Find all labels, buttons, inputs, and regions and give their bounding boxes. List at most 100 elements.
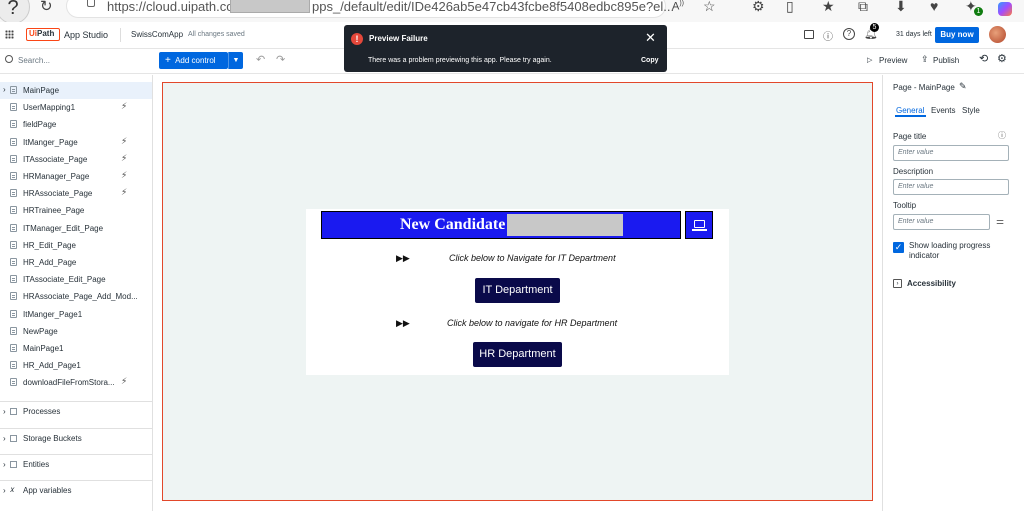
chevron-right-icon: › <box>3 434 6 443</box>
lightning-icon: ⚡︎ <box>121 376 128 387</box>
sidebar-item-page[interactable]: HR_Edit_Page <box>0 237 152 254</box>
fast-forward-icon: ▶▶ <box>396 318 410 328</box>
hr-department-button[interactable]: HR Department <box>473 342 562 367</box>
user-avatar[interactable] <box>989 26 1006 43</box>
page-icon <box>10 361 17 370</box>
section-icon <box>10 461 17 468</box>
chevron-right-icon: › <box>3 486 6 495</box>
sidebar-item-page[interactable]: ItManger_Page1 <box>0 306 152 323</box>
description-input[interactable]: Enter value <box>893 179 1009 195</box>
tooltip-settings-icon[interactable]: ⚌ <box>996 216 1004 227</box>
chevron-right-icon[interactable]: › <box>3 85 6 94</box>
sidebar-item-page[interactable]: HRTrainee_Page <box>0 202 152 219</box>
sidebar-section-entities[interactable]: › Entities <box>0 454 152 474</box>
copilot-icon[interactable] <box>998 2 1012 16</box>
collections-icon[interactable]: ⧉ <box>858 0 868 15</box>
sidebar-item-page[interactable]: ITAssociate_Edit_Page <box>0 271 152 288</box>
loading-indicator-checkbox[interactable]: ✓ <box>893 242 904 253</box>
sidebar-item-page[interactable]: HR_Add_Page <box>0 254 152 271</box>
split-screen-icon[interactable]: ▯ <box>786 0 794 15</box>
sidebar-item-page[interactable]: NewPage <box>0 323 152 340</box>
sidebar-item-page[interactable]: MainPage1 <box>0 340 152 357</box>
sidebar-item-page[interactable]: ITManager_Edit_Page <box>0 220 152 237</box>
favorites-icon[interactable]: ★ <box>822 0 835 15</box>
refresh-icon[interactable]: ↻ <box>40 0 53 15</box>
notification-badge: 5 <box>870 23 879 32</box>
favorite-star-icon[interactable]: ☆ <box>703 0 716 15</box>
page-icon <box>10 275 17 284</box>
copy-button[interactable]: Copy <box>641 57 659 64</box>
add-control-dropdown[interactable]: ▼ <box>228 52 243 69</box>
settings-gear-icon[interactable]: ⚙ <box>997 52 1007 65</box>
tab-general[interactable]: General <box>896 106 924 115</box>
sidebar-item-page[interactable]: HRAssociate_Page ⚡︎ <box>0 185 152 202</box>
redo-icon[interactable]: ↷ <box>276 53 285 66</box>
sidebar-item-page[interactable]: HRAssociate_Page_Add_Mod... <box>0 288 152 305</box>
page-title-input[interactable]: Enter value <box>893 145 1009 161</box>
banner-redaction <box>507 214 623 236</box>
sidebar-item-label: HR_Add_Page1 <box>23 361 81 371</box>
page-icon <box>10 344 17 352</box>
sidebar-section-app-variables[interactable]: › 𝑥 App variables <box>0 480 152 500</box>
add-control-button[interactable]: + Add control <box>159 52 228 69</box>
close-icon[interactable]: ✕ <box>645 30 656 46</box>
sidebar-item-page[interactable]: ItManger_Page ⚡︎ <box>0 134 152 151</box>
preview-play-icon: ▷ <box>867 57 873 64</box>
sidebar-section-processes[interactable]: › Processes <box>0 401 152 421</box>
sidebar-item-page[interactable]: HRManager_Page ⚡︎ <box>0 168 152 185</box>
page-icon <box>10 103 17 112</box>
laptop-base <box>692 229 707 231</box>
laptop-button[interactable] <box>685 211 713 239</box>
chevron-right-icon: › <box>3 460 6 469</box>
info-icon[interactable]: ⓘ <box>823 28 833 43</box>
sidebar-item-page[interactable]: UserMapping1 ⚡︎ <box>0 99 152 116</box>
preview-button[interactable]: Preview <box>879 56 907 65</box>
undo-icon[interactable]: ↶ <box>256 53 265 66</box>
sidebar-item-label: HR_Edit_Page <box>23 240 76 250</box>
app-name[interactable]: SwissComApp <box>131 30 183 39</box>
sidebar-item-page[interactable]: ITAssociate_Page ⚡︎ <box>0 151 152 168</box>
url-prefix: https://cloud.uipath.com <box>107 0 245 14</box>
error-icon: ! <box>351 33 363 45</box>
extensions-icon[interactable]: ⚙ <box>752 0 765 15</box>
downloads-icon[interactable]: ⬇ <box>895 0 907 15</box>
accessibility-expander[interactable]: › <box>893 279 902 288</box>
page-icon <box>10 258 17 266</box>
sidebar-item-page[interactable]: HR_Add_Page1 <box>0 357 152 374</box>
lightning-icon: ⚡︎ <box>121 152 128 163</box>
tab-style[interactable]: Style <box>962 106 980 115</box>
description-label: Description <box>893 167 934 176</box>
sidebar-item-label: MainPage1 <box>23 344 64 353</box>
sidebar-item-label: ITAssociate_Edit_Page <box>23 275 106 285</box>
edit-pencil-icon[interactable]: ✎ <box>959 81 967 92</box>
tooltip-input[interactable]: Enter value <box>893 214 990 230</box>
history-icon[interactable]: ⟲ <box>979 52 988 65</box>
hr-prompt: Click below to navigate for HR Departmen… <box>447 318 618 328</box>
pages-sidebar: › MainPage UserMapping1 ⚡︎ fieldPage ItManger… <box>0 75 153 511</box>
sidebar-section-storage-buckets[interactable]: › Storage Buckets <box>0 428 152 448</box>
sidebar-item-label: ITManager_Edit_Page <box>23 223 104 233</box>
tab-events[interactable]: Events <box>931 106 955 115</box>
feedback-icon[interactable] <box>804 30 814 39</box>
app-launcher-icon[interactable] <box>5 30 14 39</box>
read-aloud-icon[interactable]: A)) <box>672 0 684 13</box>
publish-button[interactable]: Publish <box>933 56 959 65</box>
page-icon <box>10 309 17 318</box>
search-input[interactable]: Search... <box>18 56 50 65</box>
help-circle-icon[interactable]: ? <box>843 28 855 40</box>
sidebar-item-page[interactable]: fieldPage <box>0 116 152 133</box>
sidebar-item-page[interactable]: downloadFileFromStora... ⚡︎ <box>0 374 152 391</box>
page-icon <box>10 240 17 249</box>
header-divider <box>120 28 121 42</box>
accessibility-label[interactable]: Accessibility <box>907 279 956 288</box>
browser-essentials-icon[interactable]: ♥ <box>930 0 938 14</box>
buy-now-button[interactable]: Buy now <box>935 27 979 43</box>
it-department-button[interactable]: IT Department <box>475 278 560 303</box>
uipath-logo: UiPath <box>26 28 60 41</box>
sidebar-item-label: ITAssociate_Page <box>23 154 88 164</box>
sidebar-item-label: HRAssociate_Page <box>23 189 93 199</box>
help-icon[interactable]: ? <box>0 0 30 24</box>
lightning-icon: ⚡︎ <box>121 135 128 146</box>
address-bar[interactable]: https://cloud.uipath.com pps_/default/ed… <box>66 0 674 18</box>
sidebar-item-mainpage[interactable]: › MainPage <box>0 82 152 99</box>
